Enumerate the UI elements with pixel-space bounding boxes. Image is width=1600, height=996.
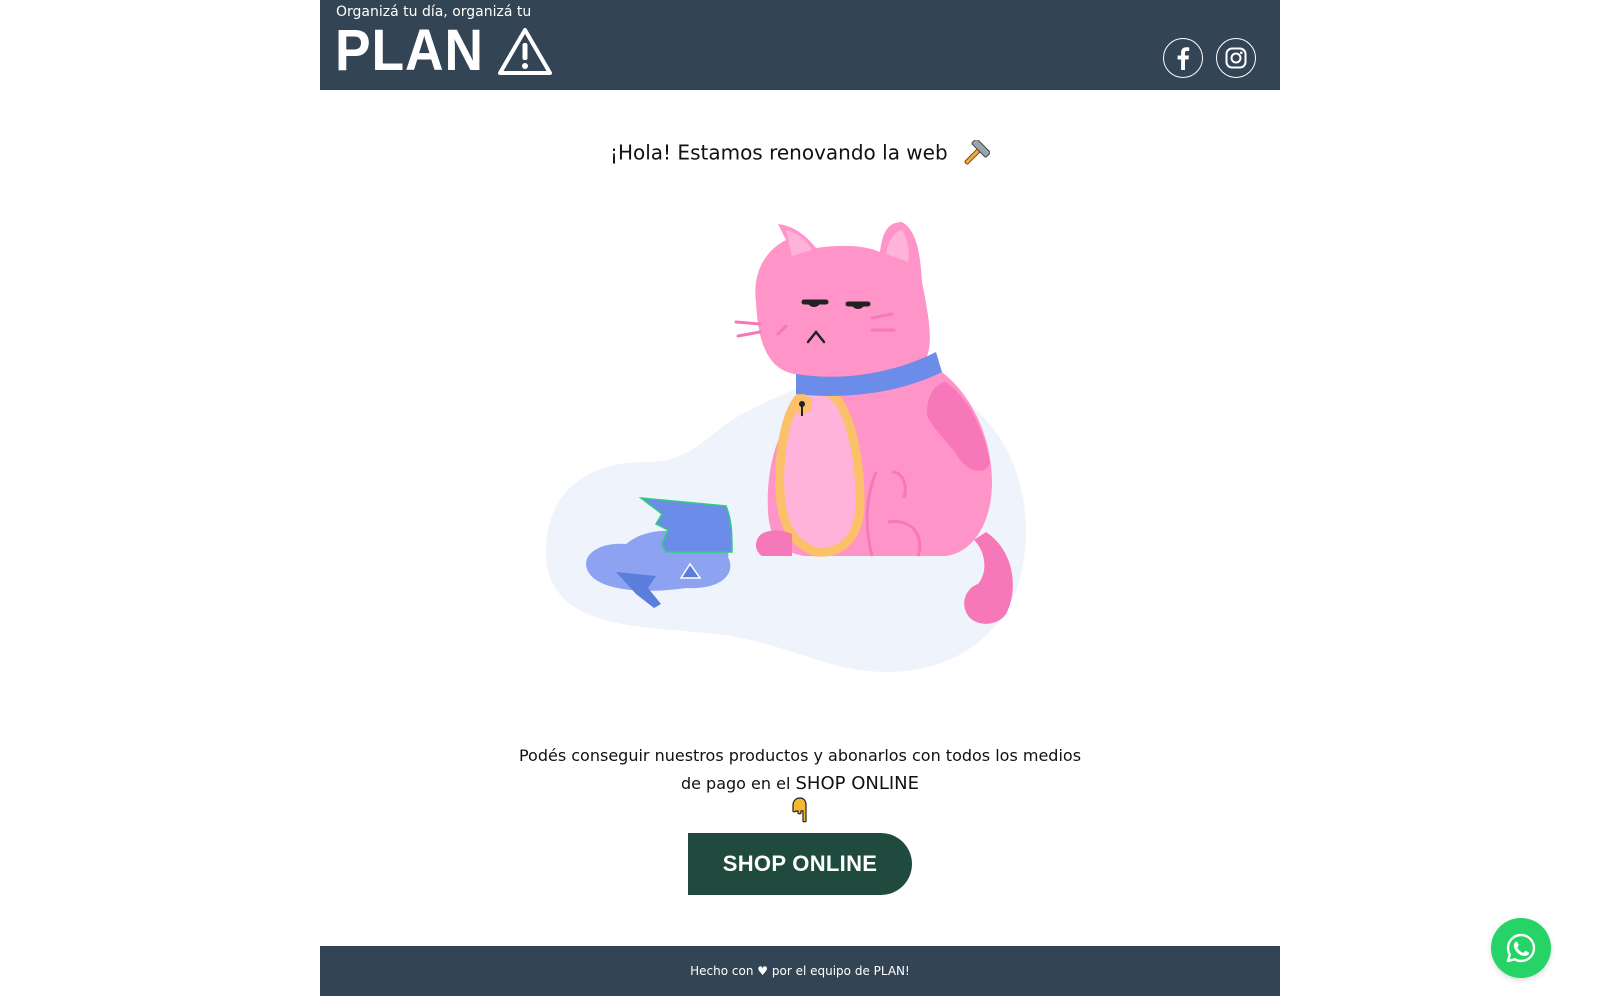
footer-suffix: por el equipo de PLAN! bbox=[771, 964, 910, 978]
warning-triangle-icon bbox=[497, 28, 552, 75]
site-header: Organizá tu día, organizá tu PLAN bbox=[320, 0, 1280, 90]
logo-text: PLAN bbox=[335, 18, 484, 83]
headline-text: ¡Hola! Estamos renovando la web bbox=[609, 140, 948, 165]
instagram-link[interactable] bbox=[1216, 38, 1256, 78]
whatsapp-icon bbox=[1506, 933, 1536, 963]
shop-online-button[interactable]: SHOP ONLINE bbox=[688, 833, 912, 895]
info-strong: SHOP ONLINE bbox=[795, 773, 920, 794]
pointing-down-hand-icon bbox=[792, 797, 807, 823]
site-logo[interactable]: PLAN bbox=[335, 18, 553, 83]
page-headline: ¡Hola! Estamos renovando la web bbox=[320, 140, 1280, 168]
whatsapp-button[interactable] bbox=[1491, 918, 1551, 978]
content-container: Organizá tu día, organizá tu PLAN ¡Hola!… bbox=[320, 0, 1280, 996]
footer-prefix: Hecho con bbox=[690, 964, 754, 978]
heart-icon: ♥ bbox=[757, 964, 769, 978]
facebook-icon bbox=[1177, 47, 1190, 70]
site-footer: Hecho con ♥ por el equipo de PLAN! bbox=[320, 946, 1280, 996]
hammer-icon bbox=[964, 140, 991, 165]
page: Organizá tu día, organizá tu PLAN ¡Hola!… bbox=[0, 0, 1600, 996]
sad-cat-illustration bbox=[546, 222, 1026, 672]
shop-info-text: Podés conseguir nuestros productos y abo… bbox=[510, 742, 1090, 798]
instagram-icon bbox=[1225, 47, 1247, 69]
facebook-link[interactable] bbox=[1163, 38, 1203, 78]
